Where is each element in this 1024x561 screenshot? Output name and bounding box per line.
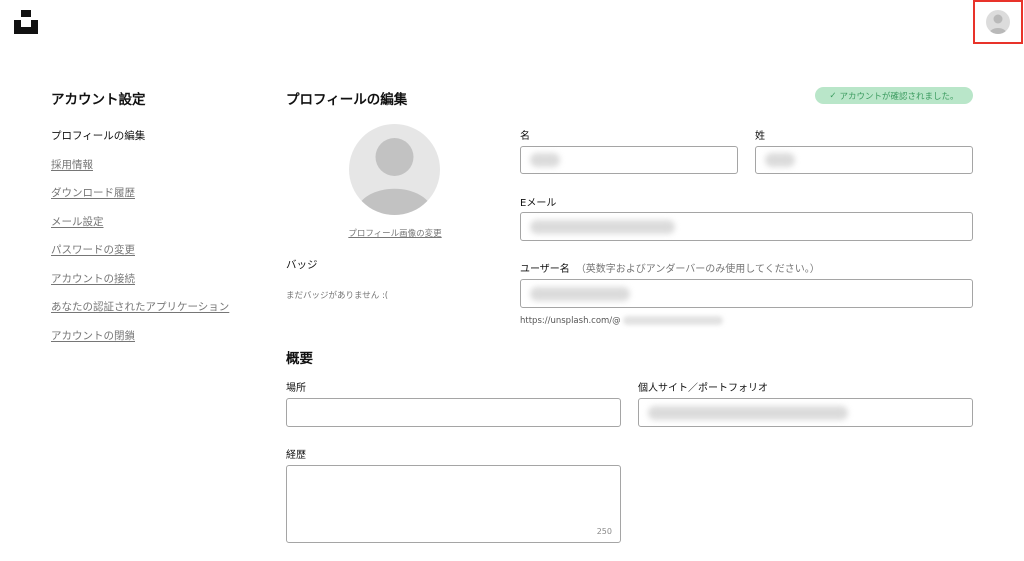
last-name-field[interactable]	[755, 146, 973, 174]
username-url-prefix: https://unsplash.com/@	[520, 316, 621, 326]
profile-picture[interactable]	[349, 124, 440, 215]
bio-field[interactable]: 250	[286, 465, 621, 543]
sidebar-item-close-account[interactable]: アカウントの閉鎖	[51, 328, 229, 357]
sidebar-item-connected-accounts[interactable]: アカウントの接続	[51, 271, 229, 300]
sidebar-nav: プロフィールの編集 採用情報 ダウンロード履歴 メール設定 パスワードの変更 ア…	[51, 128, 229, 356]
username-url-preview: https://unsplash.com/@	[520, 316, 723, 326]
location-input[interactable]	[287, 399, 620, 426]
username-hint: （英数字およびアンダーバーのみ使用してください。）	[575, 264, 820, 275]
badges-empty-text: まだバッジがありません :(	[286, 291, 389, 301]
email-input[interactable]	[521, 213, 972, 240]
verified-badge: ✓ アカウントが確認されました。	[815, 87, 973, 104]
email-label: Eメール	[520, 198, 557, 209]
username-label-text: ユーザー名	[520, 264, 570, 275]
first-name-label: 名	[520, 131, 530, 142]
sidebar-item-email-settings[interactable]: メール設定	[51, 214, 229, 243]
first-name-field[interactable]	[520, 146, 738, 174]
bio-char-counter: 250	[596, 527, 612, 536]
check-icon: ✓	[829, 90, 837, 101]
email-field[interactable]	[520, 212, 973, 241]
first-name-input[interactable]	[521, 147, 737, 173]
user-avatar-button[interactable]	[973, 0, 1023, 44]
verified-badge-label: アカウントが確認されました。	[839, 91, 959, 102]
username-input[interactable]	[521, 280, 972, 307]
change-profile-picture-link[interactable]: プロフィール画像の変更	[340, 227, 450, 239]
username-field[interactable]	[520, 279, 973, 308]
sidebar-item-hiring[interactable]: 採用情報	[51, 157, 229, 186]
website-input[interactable]	[639, 399, 972, 426]
last-name-label: 姓	[755, 131, 765, 142]
sidebar-item-download-history[interactable]: ダウンロード履歴	[51, 185, 229, 214]
sidebar-item-authorized-apps[interactable]: あなたの認証されたアプリケーション	[51, 299, 229, 328]
page-title: プロフィールの編集	[286, 92, 408, 108]
user-avatar-icon	[986, 10, 1010, 34]
location-label: 場所	[286, 383, 306, 394]
sidebar-item-change-password[interactable]: パスワードの変更	[51, 242, 229, 271]
unsplash-logo-icon[interactable]	[14, 10, 38, 34]
location-field[interactable]	[286, 398, 621, 427]
profile-avatar-icon	[355, 138, 434, 215]
last-name-input[interactable]	[756, 147, 972, 173]
about-title: 概要	[286, 351, 313, 367]
website-field[interactable]	[638, 398, 973, 427]
website-label: 個人サイト／ポートフォリオ	[638, 383, 768, 394]
sidebar-title: アカウント設定	[51, 92, 146, 108]
username-label: ユーザー名 （英数字およびアンダーバーのみ使用してください。）	[520, 260, 820, 275]
sidebar-item-edit-profile[interactable]: プロフィールの編集	[51, 128, 229, 157]
bio-textarea[interactable]	[287, 466, 620, 542]
badges-title: バッジ	[286, 259, 318, 271]
bio-label: 経歴	[286, 450, 306, 461]
redacted-value	[622, 316, 723, 325]
